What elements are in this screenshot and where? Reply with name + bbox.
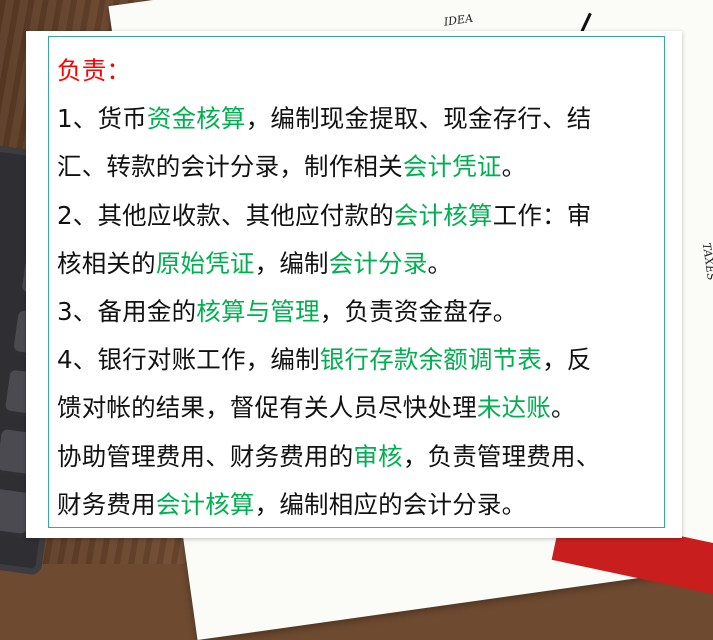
highlighted-term: 会计凭证 <box>402 152 502 182</box>
duty-text: 1、货币 <box>57 104 147 134</box>
highlighted-term: 会计核算 <box>155 489 255 519</box>
duty-line: 财务费用会计核算，编制相应的会计分录。 <box>57 481 657 529</box>
duty-text: 4、银行对账工作，编制 <box>57 345 320 375</box>
duty-text: ，负责资金盘存。 <box>319 297 518 327</box>
duty-text: 2、其他应收款、其他应付款的 <box>57 200 394 230</box>
duty-text: 核相关的 <box>57 248 156 278</box>
duty-text: 汇、转款的会计分录，制作相关 <box>57 152 403 182</box>
duty-text: ，反 <box>542 345 592 375</box>
duties-title: 负责： <box>57 56 132 85</box>
duty-text: ，编制现金提取、现金存行、结 <box>245 104 592 134</box>
highlighted-term: 审核 <box>353 441 403 471</box>
highlighted-term: 银行存款余额调节表 <box>319 345 543 375</box>
duty-text: ，编制 <box>254 248 329 278</box>
duty-text: 。 <box>427 248 453 278</box>
duties-lines: 1、货币资金核算，编制现金提取、现金存行、结 汇、转款的会计分录，制作相关会计凭证… <box>57 95 657 529</box>
duty-line: 2、其他应收款、其他应付款的会计核算工作：审 <box>57 192 657 240</box>
duty-text: 。 <box>551 393 576 423</box>
duty-text: ，负责管理费用、 <box>402 441 601 471</box>
duty-text: 工作：审 <box>492 200 592 230</box>
duty-line: 馈对帐的结果，督促有关人员尽快处理未达账。 <box>57 384 657 432</box>
highlighted-term: 核算与管理 <box>196 297 320 327</box>
highlighted-term: 资金核算 <box>146 104 246 134</box>
duty-line: 1、货币资金核算，编制现金提取、现金存行、结 <box>57 95 657 143</box>
duty-text: 协助管理费用、财务费用的 <box>57 441 354 471</box>
duty-line: 3、备用金的核算与管理，负责资金盘存。 <box>57 288 657 336</box>
highlighted-term: 会计分录 <box>328 248 428 278</box>
duty-line: 汇、转款的会计分录，制作相关会计凭证。 <box>57 143 657 191</box>
duty-text: ，编制相应的会计分录。 <box>254 489 527 519</box>
duty-text: 财务费用 <box>57 489 156 519</box>
duty-text: 。 <box>501 152 527 182</box>
paper-scribble-top: IDEA <box>443 11 474 29</box>
duty-text: 馈对帐的结果，督促有关人员尽快处理 <box>57 393 477 423</box>
duties-text-block: 负责： 1、货币资金核算，编制现金提取、现金存行、结 汇、转款的会计分录，制作相关… <box>57 47 657 529</box>
highlighted-term: 未达账 <box>476 393 552 423</box>
duty-line: 协助管理费用、财务费用的审核，负责管理费用、 <box>57 433 657 481</box>
paper-scribble-side: TAXES <box>699 241 713 282</box>
highlighted-term: 会计核算 <box>393 200 493 230</box>
duty-line: 核相关的原始凭证，编制会计分录。 <box>57 240 657 288</box>
duty-line: 4、银行对账工作，编制银行存款余额调节表，反 <box>57 336 657 384</box>
highlighted-term: 原始凭证 <box>155 248 255 278</box>
duty-text: 3、备用金的 <box>57 297 197 327</box>
